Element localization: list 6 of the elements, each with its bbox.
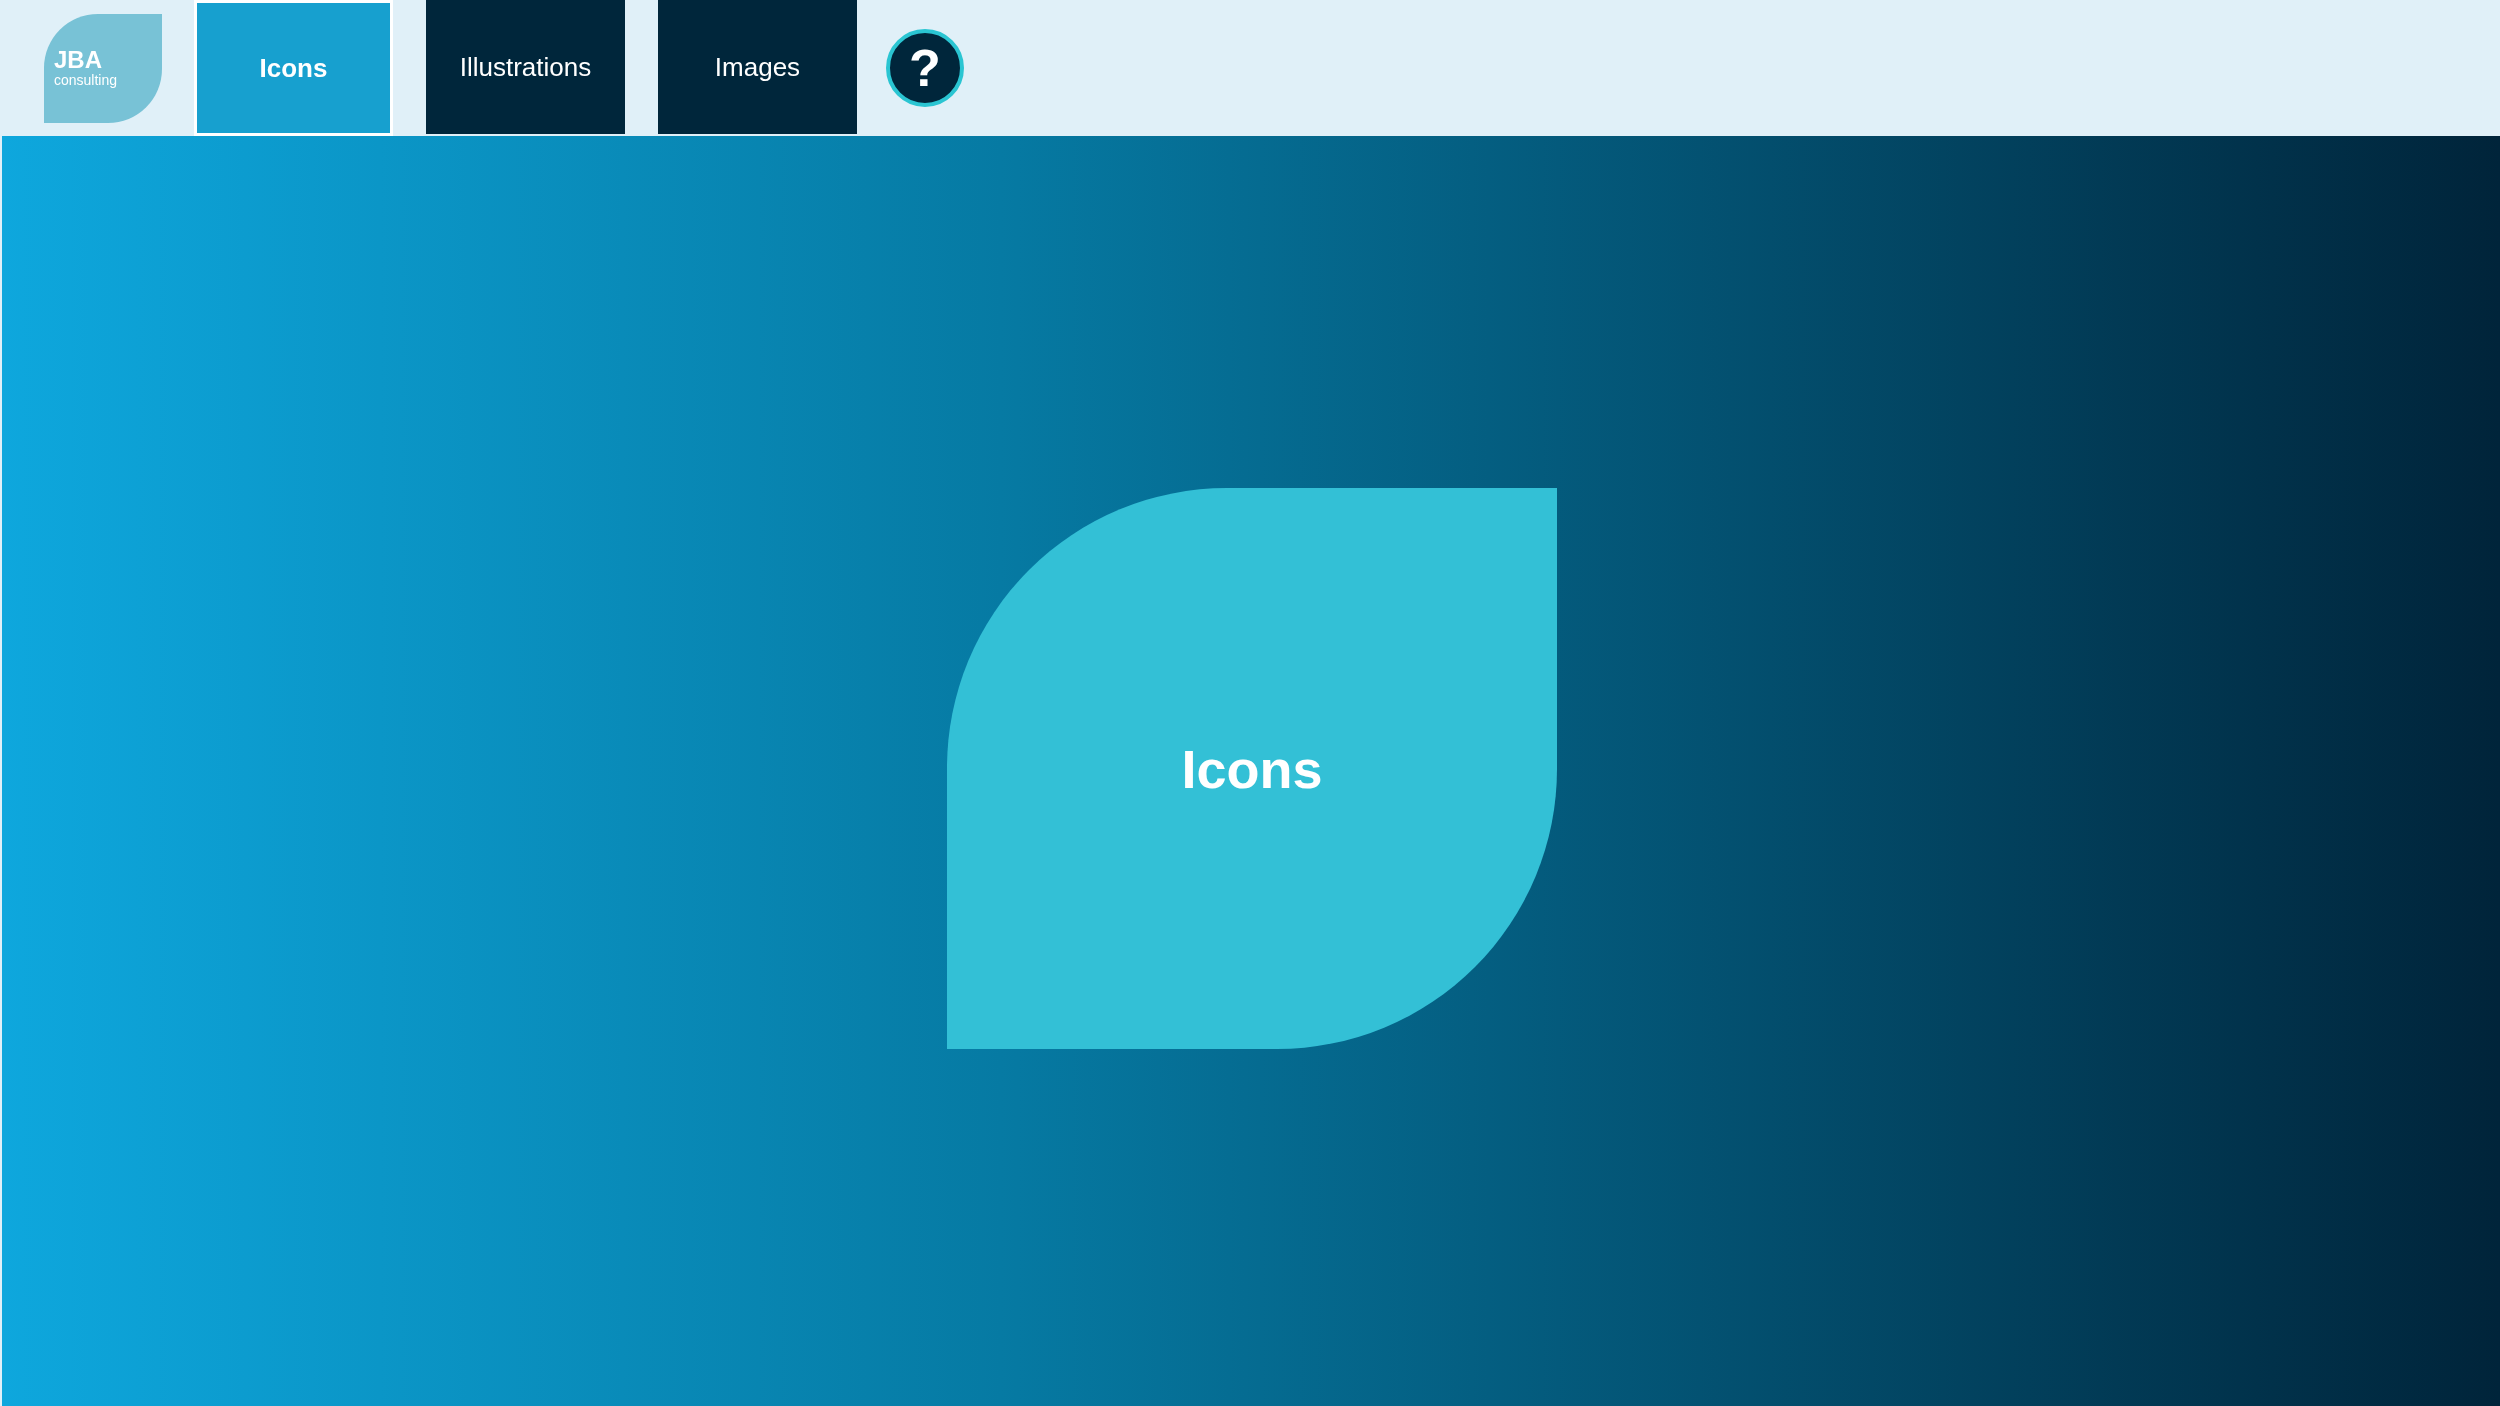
logo-tagline: consulting <box>54 72 119 88</box>
logo-name: JBA <box>54 48 103 72</box>
card-title: Icons <box>1181 737 1323 800</box>
nav-tab[interactable]: Illustrations <box>426 0 625 134</box>
help-button[interactable]: ? <box>886 29 964 107</box>
nav-tab[interactable]: Images <box>658 0 857 134</box>
